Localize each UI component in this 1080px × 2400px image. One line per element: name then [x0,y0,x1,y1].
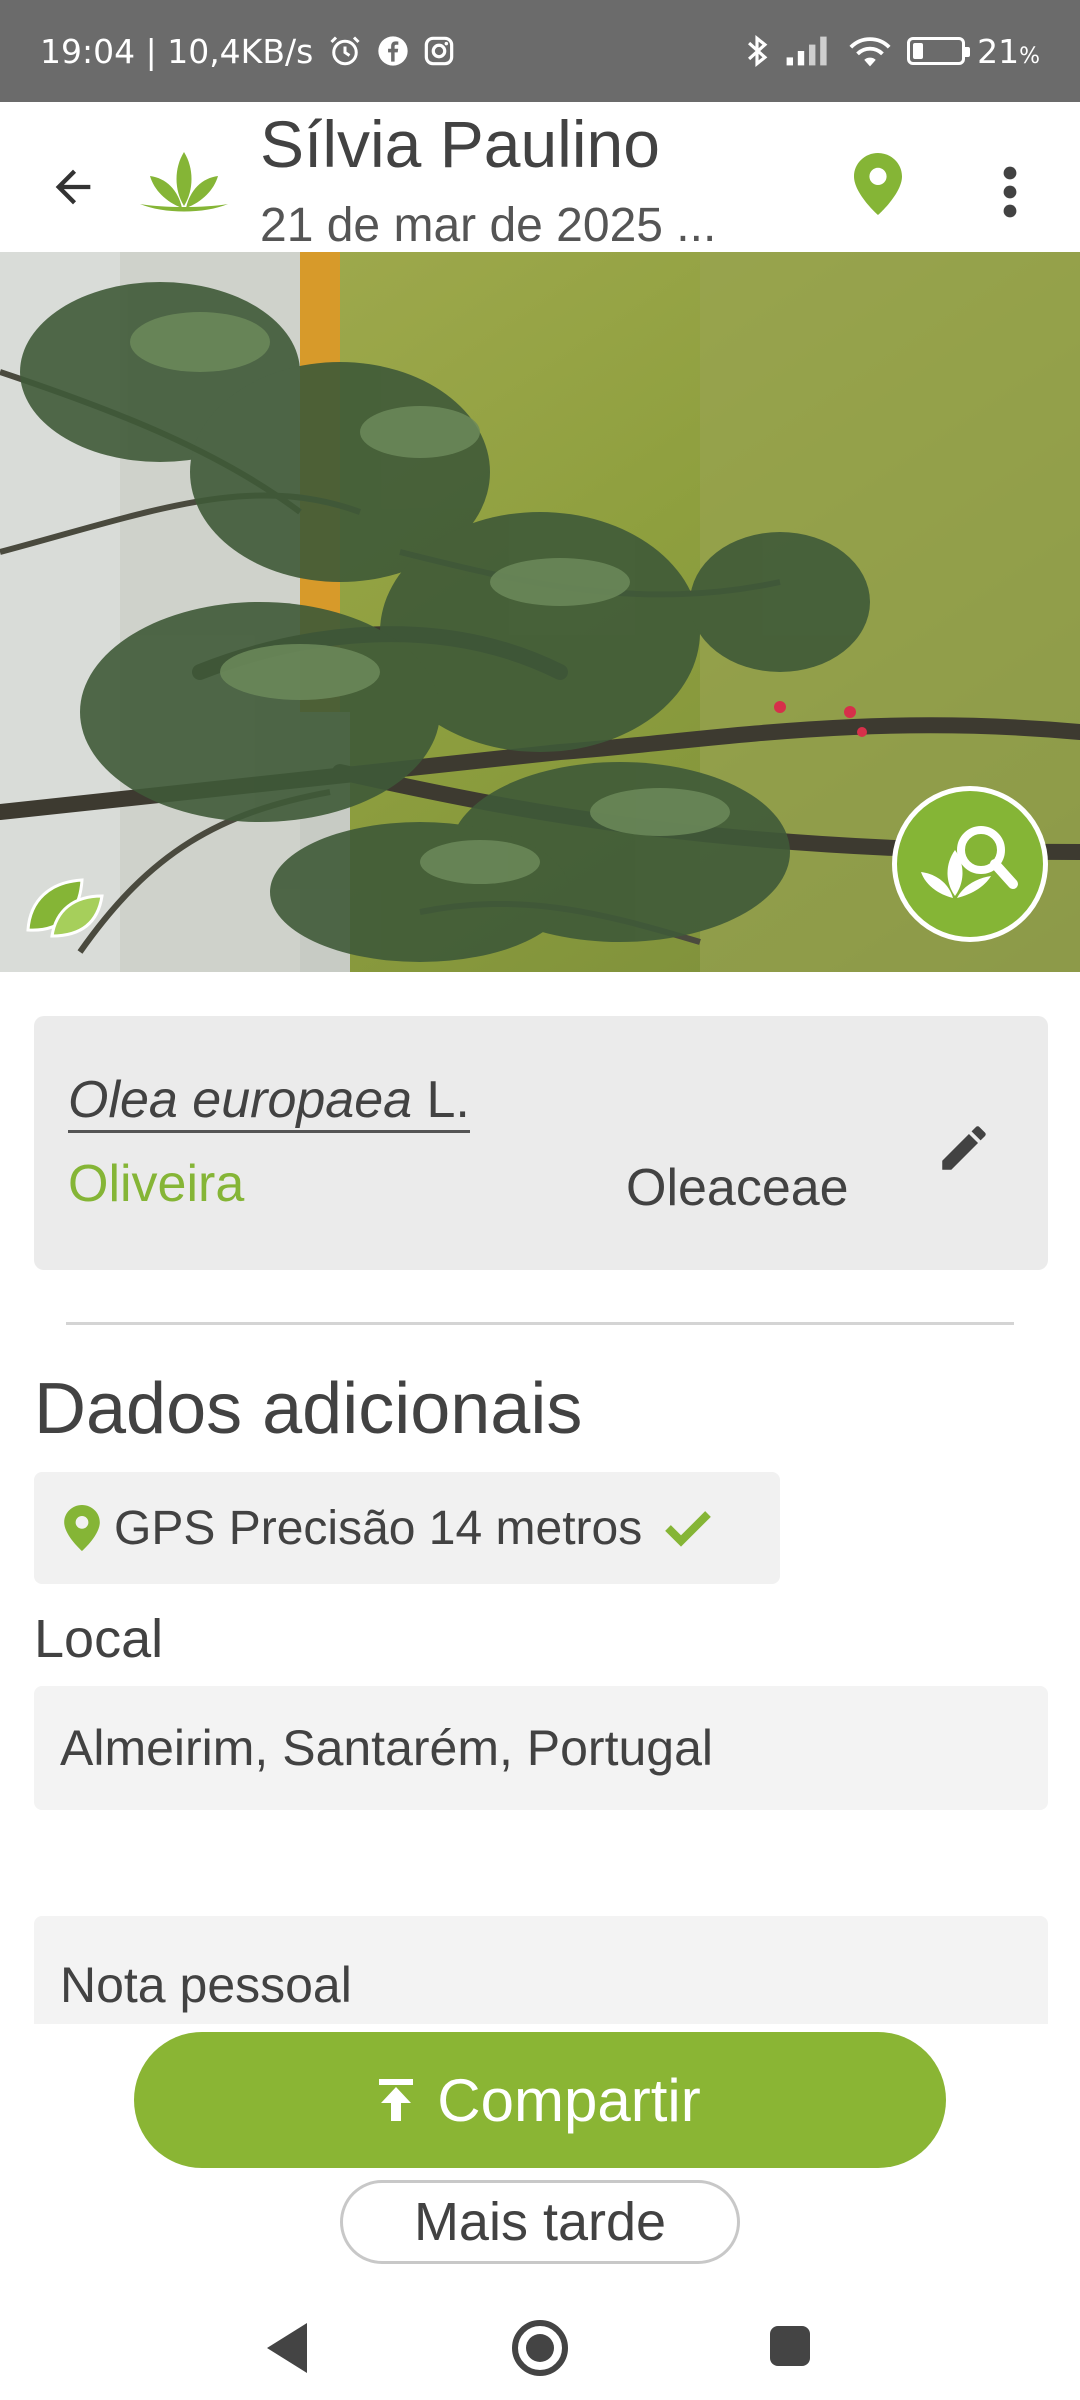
check-icon [665,1511,712,1547]
wifi-icon [847,33,893,69]
share-button[interactable]: Compartir [134,2032,946,2168]
instagram-icon [423,35,455,67]
plantnet-logo-icon [136,140,232,220]
gps-accuracy-text: GPS Precisão 14 metros [114,1501,643,1555]
map-pin-icon [854,153,902,215]
arrow-left-icon [55,169,91,205]
status-left: 19:04 | 10,4KB/s [40,32,455,71]
battery-value: 21 [977,31,1020,71]
pencil-icon [942,1126,986,1170]
local-label: Local [34,1609,164,1669]
share-label: Compartir [437,2066,701,2134]
section-title: Dados adicionais [34,1369,583,1449]
more-options-button[interactable] [980,152,1040,232]
battery-icon [907,37,971,65]
status-bar: 19:04 | 10,4KB/s 21% [0,0,1080,102]
upload-icon [379,2079,414,2121]
gps-accuracy-chip: GPS Precisão 14 metros [34,1472,780,1584]
battery-indicator: 21% [907,32,1040,71]
personal-note-field[interactable]: Nota pessoal [34,1916,1048,2024]
nav-recents-icon[interactable] [768,2324,812,2368]
family-name: Oleaceae [626,1159,849,1217]
map-pin-icon [64,1505,100,1551]
divider [66,1322,1014,1325]
location-button[interactable] [848,144,908,224]
more-vertical-icon [1003,166,1017,218]
signal-icon [785,35,833,67]
status-right: 21% [743,32,1040,71]
system-nav-bar [0,2280,1080,2400]
identify-button[interactable] [892,786,1048,942]
local-field[interactable]: Almeirim, Santarém, Portugal [34,1686,1048,1810]
edit-species-button[interactable] [924,1108,1004,1188]
observation-date: 21 de mar de 2025 ... [260,199,717,252]
scientific-name: Olea europaea [68,1071,413,1129]
species-author: L. [426,1071,470,1129]
facebook-icon [377,35,409,67]
battery-percent: 21% [977,32,1040,71]
nav-back-icon[interactable] [262,2320,312,2376]
status-time-speed: 19:04 | 10,4KB/s [40,31,314,71]
back-button[interactable] [38,152,108,222]
leaf-badge-icon [22,870,108,942]
common-name: Oliveira [68,1155,245,1213]
bluetooth-icon [743,32,771,70]
later-button[interactable]: Mais tarde [340,2180,740,2264]
app-bar: Sílvia Paulino 21 de mar de 2025 ... [0,102,1080,252]
page-title: Sílvia Paulino [260,107,660,181]
nav-home-icon[interactable] [510,2318,570,2378]
species-card[interactable]: Olea europaea L. Oliveira Oleaceae [34,1016,1048,1270]
battery-fill [913,43,924,59]
scientific-name-link[interactable]: Olea europaea L. [68,1072,470,1133]
alarm-icon [327,33,363,69]
plant-search-icon [921,826,1018,898]
battery-unit: % [1019,43,1040,69]
